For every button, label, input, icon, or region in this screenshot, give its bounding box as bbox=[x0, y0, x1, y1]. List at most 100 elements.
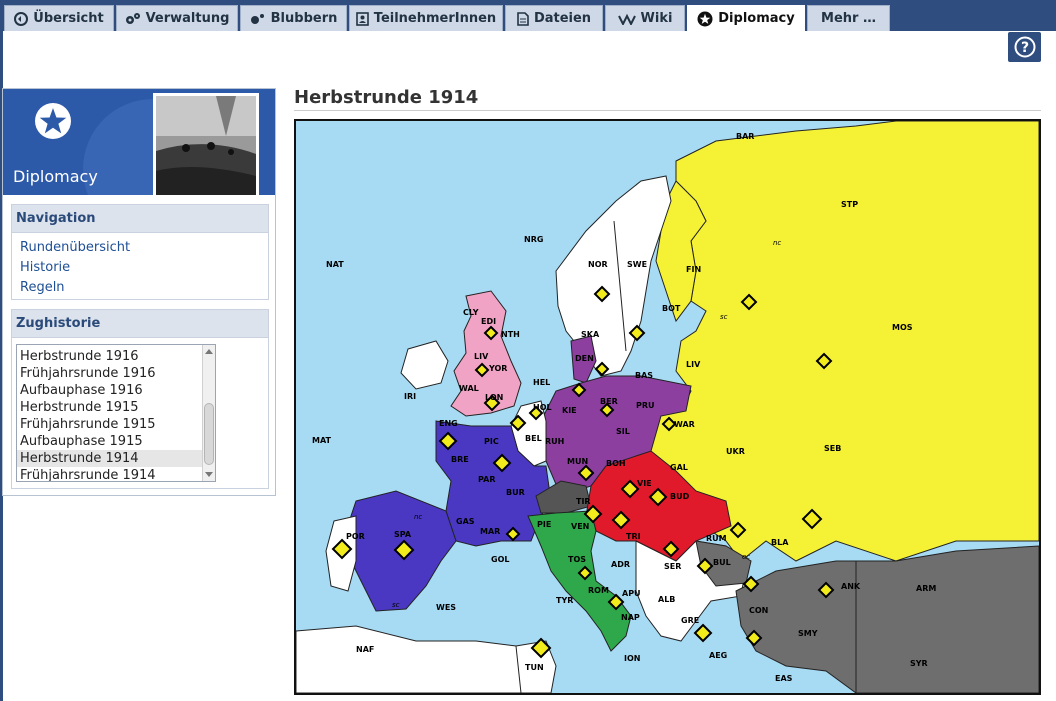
svg-text:POR: POR bbox=[346, 532, 365, 541]
svg-text:GOL: GOL bbox=[491, 555, 509, 564]
svg-text:NRG: NRG bbox=[524, 235, 543, 244]
svg-text:NAP: NAP bbox=[621, 613, 640, 622]
svg-text:BER: BER bbox=[600, 397, 618, 406]
list-scrollbar[interactable] bbox=[202, 345, 215, 481]
tab-label: Dateien bbox=[533, 11, 592, 26]
title-divider bbox=[294, 110, 1041, 111]
diplomacy-map[interactable]: BAR NRG NAT STP NOR SWE FIN BOT MOS CLY … bbox=[294, 119, 1041, 695]
list-item-selected[interactable]: Herbstrunde 1914 bbox=[17, 450, 215, 467]
svg-text:SEB: SEB bbox=[824, 444, 841, 453]
svg-text:SIL: SIL bbox=[616, 427, 630, 436]
svg-text:SWE: SWE bbox=[627, 260, 647, 269]
svg-text:BLA: BLA bbox=[771, 538, 789, 547]
star-icon bbox=[697, 11, 713, 26]
tab-more[interactable]: Mehr … bbox=[807, 5, 890, 31]
diplomacy-banner: Diplomacy bbox=[3, 89, 275, 195]
svg-text:BOT: BOT bbox=[662, 304, 681, 313]
list-item[interactable]: Frühjahrsrunde 1915 bbox=[17, 416, 215, 433]
page-title: Herbstrunde 1914 bbox=[294, 87, 479, 108]
sidebar: Diplomacy Navigation Rundenübersicht His… bbox=[2, 88, 276, 496]
svg-text:YOR: YOR bbox=[488, 364, 507, 373]
svg-text:BUD: BUD bbox=[670, 492, 690, 501]
list-item[interactable]: Herbstrunde 1915 bbox=[17, 399, 215, 416]
files-icon bbox=[517, 11, 529, 26]
navigation-heading: Navigation bbox=[12, 205, 268, 233]
tab-bar: Übersicht Verwaltung Blubbern Teilnehmer… bbox=[0, 0, 1056, 31]
nav-link-history[interactable]: Historie bbox=[12, 258, 268, 278]
nav-link-round-overview[interactable]: Rundenübersicht bbox=[12, 238, 268, 258]
svg-text:BRE: BRE bbox=[451, 455, 469, 464]
tab-blubbern[interactable]: Blubbern bbox=[240, 5, 347, 31]
tab-administration[interactable]: Verwaltung bbox=[116, 5, 238, 31]
svg-text:SPA: SPA bbox=[394, 530, 412, 539]
battle-photo-image bbox=[156, 96, 256, 195]
tab-participants[interactable]: TeilnehmerInnen bbox=[349, 5, 503, 31]
svg-text:ENG: ENG bbox=[439, 419, 458, 428]
svg-text:GAS: GAS bbox=[456, 517, 475, 526]
tab-diplomacy[interactable]: Diplomacy bbox=[687, 5, 805, 31]
help-button[interactable]: ? bbox=[1008, 32, 1041, 62]
svg-text:BAS: BAS bbox=[635, 371, 653, 380]
tab-label: Wiki bbox=[640, 11, 673, 26]
list-item[interactable]: Aufbauphase 1915 bbox=[17, 433, 215, 450]
svg-text:TOS: TOS bbox=[568, 555, 586, 564]
svg-text:ARM: ARM bbox=[916, 584, 936, 593]
svg-text:BOH: BOH bbox=[606, 459, 626, 468]
svg-text:PRU: PRU bbox=[636, 401, 655, 410]
tab-label: Blubbern bbox=[270, 11, 338, 26]
svg-text:DEN: DEN bbox=[575, 354, 594, 363]
svg-text:BUL: BUL bbox=[713, 558, 731, 567]
svg-text:SYR: SYR bbox=[910, 659, 928, 668]
svg-text:HEL: HEL bbox=[533, 378, 550, 387]
europe-map-svg: BAR NRG NAT STP NOR SWE FIN BOT MOS CLY … bbox=[296, 121, 1039, 693]
svg-text:IRI: IRI bbox=[404, 392, 416, 401]
svg-text:nc: nc bbox=[414, 513, 422, 521]
svg-text:HOL: HOL bbox=[533, 403, 552, 412]
svg-text:ANK: ANK bbox=[841, 582, 861, 591]
list-item[interactable]: Frühjahrsrunde 1914 bbox=[17, 467, 215, 481]
svg-text:NAT: NAT bbox=[326, 260, 344, 269]
svg-text:CON: CON bbox=[749, 606, 768, 615]
svg-text:LIV: LIV bbox=[686, 360, 701, 369]
svg-text:EAS: EAS bbox=[775, 674, 793, 683]
tab-files[interactable]: Dateien bbox=[505, 5, 603, 31]
svg-text:GRE: GRE bbox=[681, 616, 699, 625]
svg-text:EDI: EDI bbox=[481, 317, 496, 326]
banner-title: Diplomacy bbox=[13, 167, 98, 186]
svg-text:NAF: NAF bbox=[356, 645, 374, 654]
list-item[interactable]: Herbstrunde 1916 bbox=[17, 348, 215, 365]
svg-text:AEG: AEG bbox=[709, 651, 727, 660]
svg-text:RUH: RUH bbox=[545, 437, 564, 446]
scroll-down-icon[interactable] bbox=[205, 472, 213, 477]
svg-text:PAR: PAR bbox=[478, 475, 495, 484]
svg-text:ec: ec bbox=[742, 553, 750, 561]
svg-text:BAR: BAR bbox=[736, 132, 754, 141]
svg-text:MUN: MUN bbox=[567, 457, 588, 466]
svg-text:ALB: ALB bbox=[658, 595, 675, 604]
svg-text:MAT: MAT bbox=[312, 436, 332, 445]
svg-text:MOS: MOS bbox=[892, 323, 913, 332]
svg-text:FIN: FIN bbox=[686, 265, 701, 274]
tab-wiki[interactable]: Wiki bbox=[605, 5, 685, 31]
svg-text:NOR: NOR bbox=[588, 260, 608, 269]
svg-text:ION: ION bbox=[624, 654, 640, 663]
overview-icon bbox=[14, 11, 29, 26]
tab-overview[interactable]: Übersicht bbox=[4, 5, 114, 31]
move-history-heading: Zughistorie bbox=[12, 310, 268, 338]
move-history-list[interactable]: Herbstrunde 1916 Frühjahrsrunde 1916 Auf… bbox=[16, 344, 216, 482]
tab-label: Übersicht bbox=[33, 11, 104, 26]
svg-text:WAL: WAL bbox=[459, 384, 479, 393]
nav-link-rules[interactable]: Regeln bbox=[12, 278, 268, 298]
svg-text:?: ? bbox=[1020, 40, 1028, 56]
scroll-up-icon[interactable] bbox=[205, 349, 213, 354]
svg-text:NTH: NTH bbox=[501, 330, 520, 339]
scroll-thumb[interactable] bbox=[204, 403, 214, 465]
wiki-icon bbox=[617, 13, 636, 25]
list-item[interactable]: Frühjahrsrunde 1916 bbox=[17, 365, 215, 382]
svg-text:VEN: VEN bbox=[571, 522, 589, 531]
svg-text:TUN: TUN bbox=[525, 663, 544, 672]
move-history-box: Zughistorie Herbstrunde 1916 Frühjahrsru… bbox=[11, 309, 269, 489]
list-item[interactable]: Aufbauphase 1916 bbox=[17, 382, 215, 399]
help-icon: ? bbox=[1014, 36, 1035, 58]
svg-text:RUM: RUM bbox=[706, 534, 727, 543]
